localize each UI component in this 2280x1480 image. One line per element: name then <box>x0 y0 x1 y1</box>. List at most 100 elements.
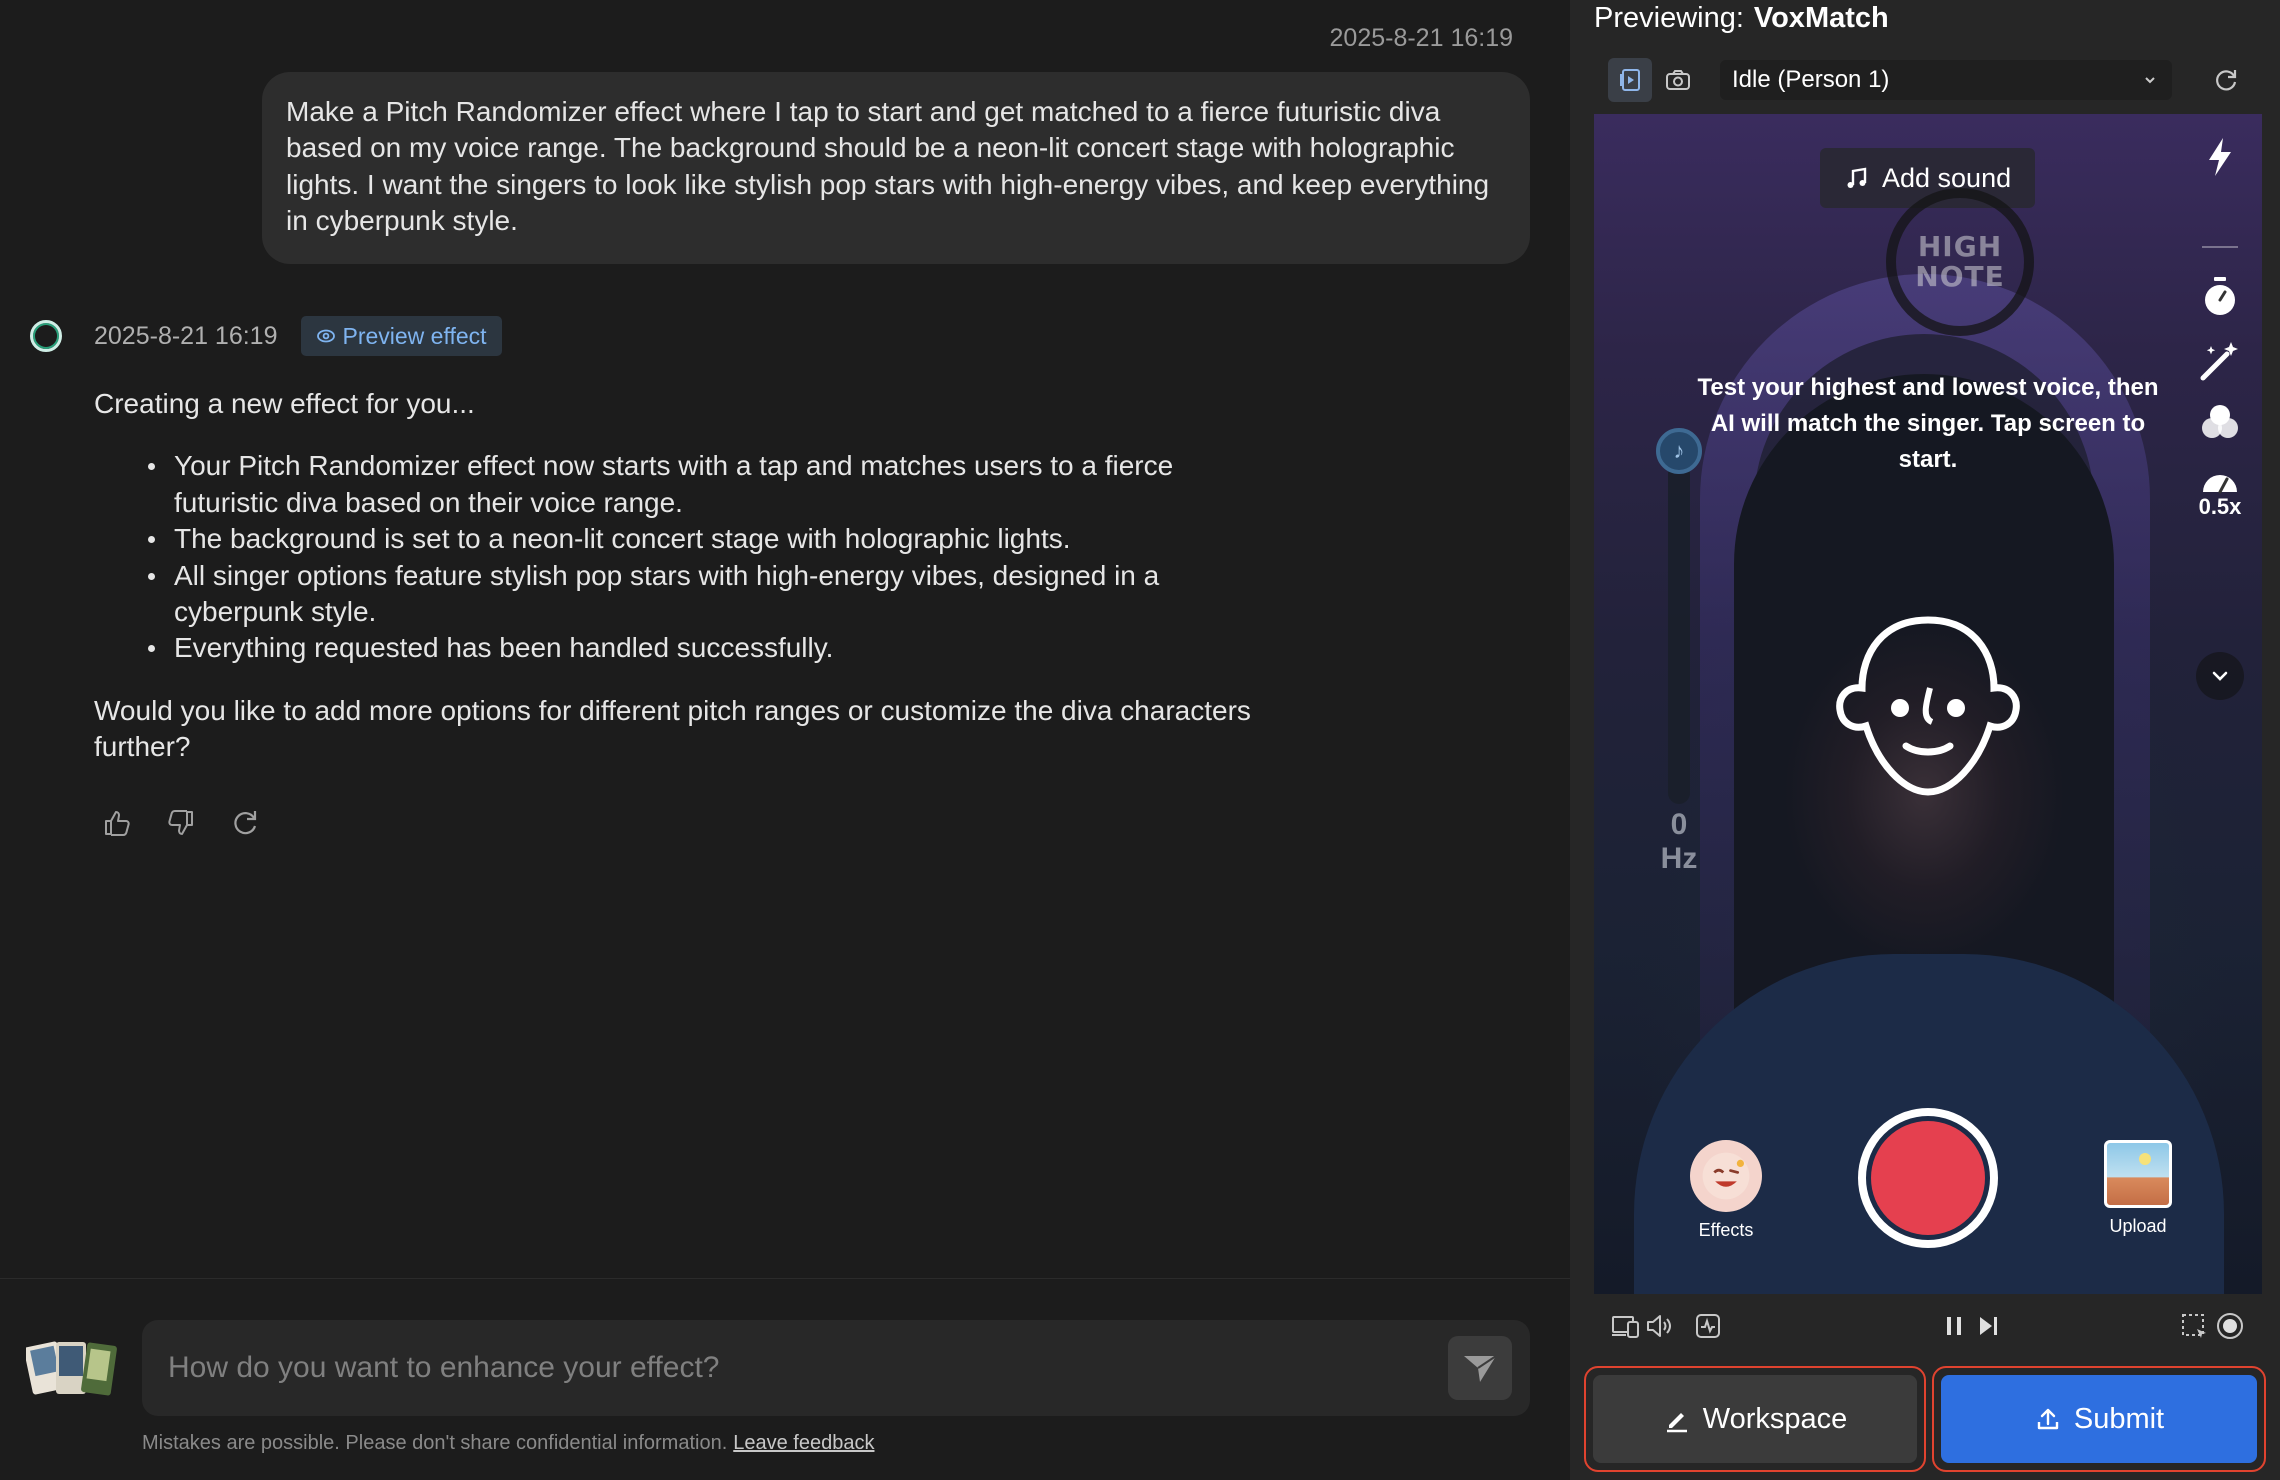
more-tools-button[interactable] <box>2196 652 2244 700</box>
device-button[interactable] <box>1608 1308 1644 1344</box>
pitch-meter-track <box>1668 434 1690 804</box>
pulse-icon <box>1696 1314 1720 1338</box>
ai-avatar <box>30 320 62 352</box>
camera-icon <box>1666 70 1690 90</box>
pitch-unit: Hz <box>1660 842 1698 875</box>
badge-line2: NOTE <box>1915 260 2005 293</box>
timer-button[interactable] <box>2188 274 2252 320</box>
pause-button[interactable] <box>1936 1308 1972 1344</box>
composer <box>142 1320 1530 1416</box>
rail-divider <box>2202 246 2238 248</box>
pitch-readout: 0 Hz <box>1644 808 1714 876</box>
select-region-icon <box>2182 1314 2206 1338</box>
workspace-label: Workspace <box>1702 1402 1848 1435</box>
volume-button[interactable] <box>1642 1308 1678 1344</box>
performance-button[interactable] <box>1690 1308 1726 1344</box>
speed-label: 0.5x <box>2198 494 2242 519</box>
disclaimer: Mistakes are possible. Please don't shar… <box>142 1432 874 1455</box>
device-icon <box>1612 1316 1639 1338</box>
leave-feedback-link[interactable]: Leave feedback <box>733 1432 874 1454</box>
face-tracking-icon <box>1836 616 2020 796</box>
screen-record-button[interactable] <box>2212 1308 2248 1344</box>
badge-line1: HIGH <box>1917 230 2003 263</box>
effect-name: VoxMatch <box>1753 2 1889 34</box>
preview-effect-label: Preview effect <box>342 322 487 349</box>
workspace-button[interactable]: Workspace <box>1593 1375 1917 1463</box>
skip-next-icon <box>1980 1317 1997 1335</box>
filters-icon <box>2202 405 2238 438</box>
playback-controls <box>1608 1308 2248 1344</box>
upload-button[interactable]: Upload <box>2090 1140 2186 1237</box>
ai-message-header: 2025-8-21 16:19 Preview effect <box>30 316 502 356</box>
selection-button[interactable] <box>2176 1308 2212 1344</box>
disclaimer-text: Mistakes are possible. Please don't shar… <box>142 1432 728 1454</box>
user-message-timestamp: 2025-8-21 16:19 <box>1329 24 1513 52</box>
preview-state-value: Idle (Person 1) <box>1732 66 1890 93</box>
submit-button[interactable]: Submit <box>1941 1375 2257 1463</box>
eye-icon <box>317 329 336 343</box>
image-icon <box>2104 1140 2172 1208</box>
effect-instructions: Test your highest and lowest voice, then… <box>1697 374 2159 473</box>
high-note-badge: HIGH NOTE <box>1886 188 2034 336</box>
video-frame-icon <box>1620 69 1640 91</box>
speed-button[interactable]: 0.5x <box>2188 462 2252 520</box>
previewing-label: Previewing: <box>1594 2 1744 34</box>
refresh-icon <box>2216 70 2237 91</box>
beautify-button[interactable] <box>2188 338 2252 384</box>
step-forward-button[interactable] <box>1970 1308 2006 1344</box>
video-mode-button[interactable] <box>1608 58 1652 102</box>
effect-preview-viewport[interactable]: Add sound HIGH NOTE Test your highest an… <box>1594 114 2262 1294</box>
ai-intro: Creating a new effect for you... <box>94 388 475 419</box>
pitch-meter-knob: ♪ <box>1656 428 1702 474</box>
pencil-icon <box>1666 1413 1687 1433</box>
submit-label: Submit <box>2073 1402 2165 1435</box>
flash-button[interactable] <box>2188 134 2252 180</box>
record-button[interactable] <box>1858 1108 1998 1248</box>
timer-icon <box>2205 277 2235 315</box>
ai-bullet: Everything requested has been handled su… <box>148 630 1264 666</box>
regenerate-button[interactable] <box>228 806 262 840</box>
effects-button[interactable]: Effects <box>1678 1140 1774 1241</box>
effects-icon <box>1690 1140 1762 1212</box>
ai-message-body: Creating a new effect for you... Your Pi… <box>94 386 1264 766</box>
chevron-down-icon <box>2212 671 2228 681</box>
chevron-down-icon <box>2145 77 2155 84</box>
record-icon <box>2217 1313 2243 1339</box>
ai-bullet: All singer options feature stylish pop s… <box>148 558 1264 631</box>
prompt-input[interactable] <box>168 1340 1438 1396</box>
ai-bullet: The background is set to a neon-lit conc… <box>148 521 1264 557</box>
chat-pane: 2025-8-21 16:19 Make a Pitch Randomizer … <box>0 0 1570 1480</box>
composer-divider <box>0 1278 1570 1279</box>
feedback-actions <box>100 806 262 840</box>
preview-state-select[interactable]: Idle (Person 1) <box>1720 60 2172 100</box>
pitch-value: 0 <box>1670 808 1688 841</box>
thumbs-down-icon <box>168 810 193 835</box>
pause-icon <box>1947 1317 1961 1335</box>
volume-icon <box>1647 1315 1671 1337</box>
preview-effect-button[interactable]: Preview effect <box>301 316 502 356</box>
ai-message-timestamp: 2025-8-21 16:19 <box>94 321 278 350</box>
reload-preview-button[interactable] <box>2204 58 2248 102</box>
magic-wand-icon <box>2200 342 2238 381</box>
record-button-fill <box>1871 1121 1985 1235</box>
thumbs-up-button[interactable] <box>100 806 134 840</box>
ai-outro: Would you like to add more options for d… <box>94 694 1251 763</box>
effects-label: Effects <box>1698 1220 1754 1240</box>
preview-pane: Previewing: VoxMatch Idle (Person 1) Add … <box>1570 0 2280 1480</box>
attachment-thumbnails[interactable] <box>26 1338 118 1398</box>
refresh-icon <box>234 811 257 835</box>
send-button[interactable] <box>1448 1336 1512 1400</box>
workspace-button-highlight: Workspace <box>1584 1366 1926 1472</box>
submit-button-highlight: Submit <box>1932 1366 2266 1472</box>
photo-mode-button[interactable] <box>1656 58 1700 102</box>
filters-button[interactable] <box>2188 400 2252 446</box>
send-icon <box>1464 1355 1497 1382</box>
ai-bullet-list: Your Pitch Randomizer effect now starts … <box>148 448 1264 666</box>
upload-label: Upload <box>2109 1216 2167 1236</box>
preview-toolbar: Idle (Person 1) <box>1608 58 2248 102</box>
thumbs-up-icon <box>105 811 130 836</box>
preview-title: Previewing: VoxMatch <box>1594 2 1889 35</box>
thumbs-down-button[interactable] <box>164 806 198 840</box>
ai-bullet: Your Pitch Randomizer effect now starts … <box>148 448 1264 521</box>
upload-icon <box>2037 1408 2059 1430</box>
